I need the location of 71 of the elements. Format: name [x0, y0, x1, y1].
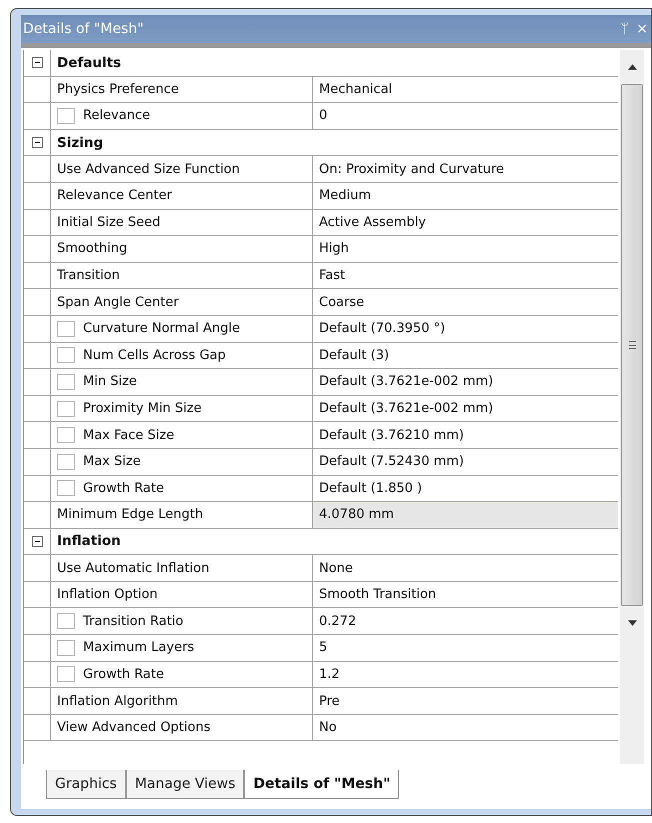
property-value[interactable]: Coarse	[313, 289, 618, 315]
checkbox[interactable]	[57, 480, 75, 496]
checkbox[interactable]	[57, 400, 75, 417]
property-value: 4.0780 mm	[313, 502, 618, 528]
scrollbar[interactable]	[620, 50, 644, 764]
property-label: Num Cells Across Gap	[83, 348, 226, 363]
property-label: Maximum Layers	[83, 640, 194, 656]
property-label: Minimum Edge Length	[57, 507, 204, 522]
property-value[interactable]: Pre	[313, 688, 618, 714]
property-label: Transition	[57, 268, 120, 284]
property-label: Initial Size Seed	[57, 214, 160, 230]
property-value[interactable]: 5	[313, 635, 618, 661]
group-header[interactable]: Sizing	[51, 130, 618, 156]
group-header[interactable]: Inflation	[51, 528, 618, 554]
property-label: View Advanced Options	[57, 720, 210, 736]
property-value[interactable]: No	[313, 714, 618, 740]
property-label: Max Size	[83, 454, 141, 470]
scroll-up-icon[interactable]	[628, 64, 636, 70]
property-value[interactable]: Active Assembly	[313, 210, 618, 236]
property-value[interactable]: Fast	[313, 262, 618, 288]
property-value[interactable]: High	[313, 236, 618, 262]
tab[interactable]: Manage Views	[126, 770, 244, 799]
property-label: Relevance Center	[57, 188, 172, 204]
checkbox[interactable]	[57, 613, 75, 630]
property-value[interactable]: Default (3.7621e-002 mm)	[313, 396, 618, 422]
checkbox[interactable]	[57, 320, 75, 337]
checkbox[interactable]	[57, 108, 75, 124]
property-label: Min Size	[83, 374, 137, 390]
property-label: Inflation Option	[57, 587, 158, 602]
property-value[interactable]: Smooth Transition	[313, 582, 618, 608]
property-label: Growth Rate	[83, 480, 164, 496]
property-label: Proximity Min Size	[83, 401, 202, 416]
tab[interactable]: Graphics	[46, 770, 126, 799]
checkbox[interactable]	[57, 454, 75, 470]
property-value[interactable]: Default (3)	[313, 342, 618, 368]
property-value[interactable]: Default (70.3950 °)	[313, 316, 618, 342]
property-value[interactable]: Default (3.76210 mm)	[313, 422, 618, 448]
collapse-icon[interactable]	[32, 57, 42, 68]
property-value[interactable]: On: Proximity and Curvature	[313, 156, 618, 182]
checkbox[interactable]	[57, 640, 75, 656]
property-label: Max Face Size	[83, 428, 174, 443]
checkbox[interactable]	[57, 427, 75, 444]
property-value[interactable]: 0	[313, 103, 618, 129]
property-label: Physics Preference	[57, 82, 179, 97]
property-label: Transition Ratio	[83, 614, 184, 629]
property-label: Relevance	[83, 108, 150, 124]
collapse-icon[interactable]	[32, 137, 42, 148]
scroll-down-icon[interactable]	[628, 620, 636, 626]
group-header[interactable]: Defaults	[51, 50, 618, 76]
property-label: Span Angle Center	[57, 294, 179, 310]
property-value[interactable]: Medium	[313, 182, 618, 209]
property-label: Use Automatic Inflation	[57, 560, 210, 576]
checkbox[interactable]	[57, 374, 75, 390]
scroll-thumb[interactable]	[621, 84, 643, 606]
property-value[interactable]: Default (7.52430 mm)	[313, 448, 618, 474]
property-label: Curvature Normal Angle	[83, 321, 240, 336]
property-value[interactable]: 1.2	[313, 662, 618, 688]
checkbox[interactable]	[57, 666, 75, 682]
property-value[interactable]: 0.272	[313, 608, 618, 634]
tab[interactable]: Details of "Mesh"	[244, 770, 400, 799]
property-label: Use Advanced Size Function	[57, 162, 240, 177]
property-value[interactable]: None	[313, 555, 618, 581]
window-title: Details of "Mesh"	[22, 21, 144, 37]
property-value[interactable]: Default (3.7621e-002 mm)	[313, 369, 618, 395]
property-label: Inflation Algorithm	[57, 694, 178, 709]
property-label: Smoothing	[57, 241, 128, 256]
checkbox[interactable]	[57, 347, 75, 364]
property-value[interactable]: Default (1.850 )	[313, 476, 618, 502]
collapse-icon[interactable]	[32, 536, 42, 547]
property-value[interactable]: Mechanical	[313, 76, 618, 102]
property-label: Growth Rate	[83, 666, 164, 682]
